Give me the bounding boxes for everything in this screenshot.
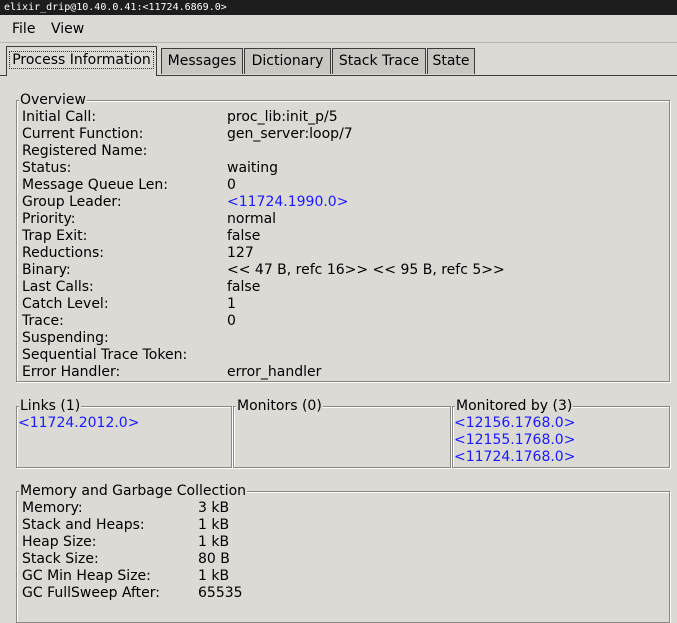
link-pid[interactable]: <11724.2012.0> bbox=[18, 415, 139, 432]
links-title: Links (1) bbox=[19, 398, 82, 414]
monitored-by-pid[interactable]: <11724.1768.0> bbox=[454, 449, 575, 466]
memory-row-value: 1 kB bbox=[198, 568, 230, 584]
overview-row-label: Catch Level: bbox=[22, 296, 109, 312]
overview-row-value: error_handler bbox=[227, 364, 322, 380]
overview-row-label: Status: bbox=[22, 160, 72, 176]
monitored-by-title: Monitored by (3) bbox=[455, 398, 574, 414]
menu-file[interactable]: File bbox=[12, 21, 35, 37]
memory-row-value: 80 B bbox=[198, 551, 230, 567]
overview-row-label: Sequential Trace Token: bbox=[22, 347, 188, 363]
overview-row-label: Priority: bbox=[22, 211, 76, 227]
tab-label: State bbox=[432, 53, 470, 69]
tab-dictionary[interactable]: Dictionary bbox=[244, 48, 331, 74]
overview-row-label: Registered Name: bbox=[22, 143, 148, 159]
tab-label: Stack Trace bbox=[338, 53, 420, 69]
overview-row-value: false bbox=[227, 279, 261, 295]
overview-row-label: Last Calls: bbox=[22, 279, 94, 295]
memory-row-value: 1 kB bbox=[198, 534, 230, 550]
memory-group: Memory and Garbage Collection Memory: 3 k… bbox=[16, 483, 670, 623]
tab-stack-trace[interactable]: Stack Trace bbox=[332, 48, 426, 74]
overview-row-value: 0 bbox=[227, 313, 236, 329]
memory-row-label: Memory: bbox=[22, 500, 83, 516]
overview-row-value: waiting bbox=[227, 160, 279, 176]
memory-row-label: Stack Size: bbox=[22, 551, 99, 567]
overview-row-label: Initial Call: bbox=[22, 109, 97, 125]
memory-row-value: 3 kB bbox=[198, 500, 230, 516]
menu-bar: File View bbox=[0, 15, 677, 43]
tab-process-information[interactable]: Process Information bbox=[6, 46, 157, 76]
memory-title: Memory and Garbage Collection bbox=[19, 483, 248, 499]
overview-row-value: proc_lib:init_p/5 bbox=[227, 109, 338, 125]
memory-row-value: 65535 bbox=[198, 585, 243, 601]
overview-row-label: Reductions: bbox=[22, 245, 104, 261]
overview-row-label: Current Function: bbox=[22, 126, 144, 142]
overview-row-label: Binary: bbox=[22, 262, 71, 278]
overview-row-label: Error Handler: bbox=[22, 364, 121, 380]
overview-row-label: Group Leader: bbox=[22, 194, 122, 210]
memory-row-label: GC FullSweep After: bbox=[22, 585, 161, 601]
memory-row-label: Stack and Heaps: bbox=[22, 517, 145, 533]
memory-row-label: GC Min Heap Size: bbox=[22, 568, 151, 584]
monitored-by-group: Monitored by (3) <12156.1768.0> <12155.1… bbox=[452, 398, 670, 468]
monitored-by-pid[interactable]: <12156.1768.0> bbox=[454, 415, 575, 432]
menu-view[interactable]: View bbox=[51, 21, 84, 37]
overview-row-label: Suspending: bbox=[22, 330, 109, 346]
overview-row-value: << 47 B, refc 16>> << 95 B, refc 5>> bbox=[227, 262, 505, 278]
monitors-group: Monitors (0) bbox=[233, 398, 451, 468]
tab-label: Messages bbox=[167, 53, 237, 69]
memory-row-label: Heap Size: bbox=[22, 534, 97, 550]
tab-state[interactable]: State bbox=[427, 48, 475, 74]
memory-row-value: 1 kB bbox=[198, 517, 230, 533]
overview-row-value: 1 bbox=[227, 296, 236, 312]
overview-row-value: gen_server:loop/7 bbox=[227, 126, 353, 142]
overview-row-value: normal bbox=[227, 211, 277, 227]
overview-row-label: Trace: bbox=[22, 313, 64, 329]
window-title: elixir_drip@10.40.0.41:<11724.6869.0> bbox=[0, 0, 677, 15]
overview-row-value: false bbox=[227, 228, 261, 244]
monitors-title: Monitors (0) bbox=[236, 398, 323, 414]
tab-label: Process Information bbox=[9, 51, 154, 69]
overview-row-label: Message Queue Len: bbox=[22, 177, 169, 193]
tab-messages[interactable]: Messages bbox=[161, 48, 243, 74]
links-group: Links (1) <11724.2012.0> bbox=[16, 398, 232, 468]
overview-row-value[interactable]: <11724.1990.0> bbox=[227, 194, 348, 211]
overview-row-label: Trap Exit: bbox=[22, 228, 88, 244]
overview-group: Overview Initial Call: proc_lib:init_p/5 C… bbox=[16, 92, 670, 382]
monitored-by-pid[interactable]: <12155.1768.0> bbox=[454, 432, 575, 449]
overview-row-value: 127 bbox=[227, 245, 254, 261]
overview-title: Overview bbox=[19, 92, 87, 108]
overview-row-value: 0 bbox=[227, 177, 236, 193]
tab-label: Dictionary bbox=[251, 53, 324, 69]
